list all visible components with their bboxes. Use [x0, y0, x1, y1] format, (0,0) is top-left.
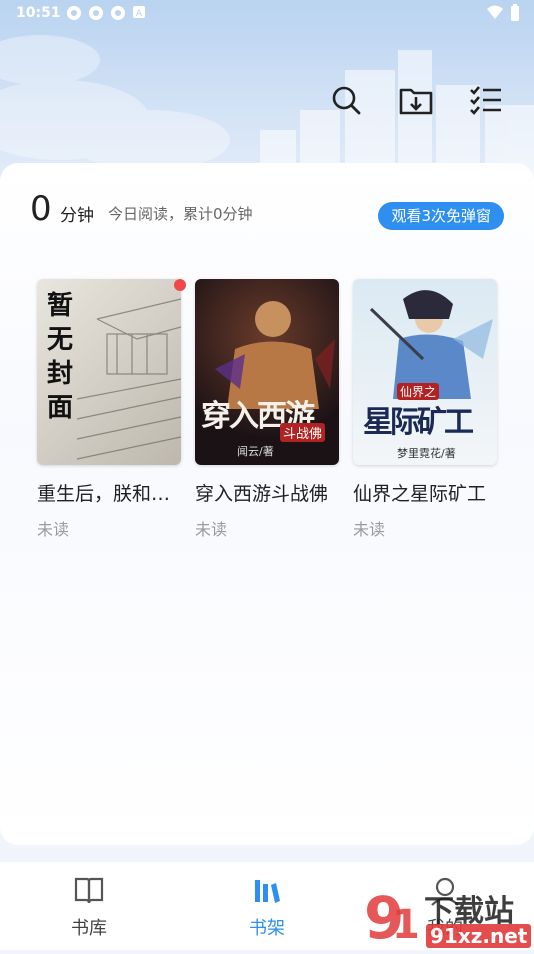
book-title: 仙界之星际矿工	[353, 483, 487, 505]
status-bar: 10:51 A	[0, 0, 534, 28]
battery-icon	[511, 4, 519, 21]
cover-subtitle: 仙界之	[397, 383, 440, 400]
app-notification-icon	[89, 6, 103, 20]
site-watermark: 9 1 下载站 91xz.net	[362, 880, 534, 952]
bookshelf-icon	[255, 880, 280, 903]
book-item[interactable]: 穿入西游 斗战佛 闻云/著 穿入西游斗战佛 未读	[195, 279, 339, 540]
watermark-domain: 91xz.net	[426, 924, 532, 948]
reading-stats-row: 0 分钟 今日阅读，累计0分钟 观看3次免弹窗	[30, 189, 504, 230]
header-toolbar	[328, 82, 504, 118]
book-read-status: 未读	[37, 520, 70, 539]
app-notification-icon	[67, 6, 81, 20]
cover-text-char: 暂	[47, 291, 74, 321]
wifi-icon	[487, 5, 503, 19]
reading-summary: 今日阅读，累计0分钟	[108, 205, 253, 223]
update-badge	[174, 279, 186, 291]
book-title: 重生后，朕和…	[37, 483, 171, 505]
cover-title-art: 星际矿工	[363, 405, 474, 440]
watch-ad-promo-button[interactable]: 观看3次免弹窗	[378, 202, 504, 230]
tab-label: 书库	[71, 918, 107, 939]
download-folder-icon	[399, 88, 433, 115]
book-read-status: 未读	[195, 520, 228, 539]
book-cover: 星际矿工 仙界之 梦里霓花/著	[353, 279, 497, 465]
tab-library[interactable]: 书库	[44, 876, 134, 940]
search-button[interactable]	[328, 82, 364, 118]
svg-text:A: A	[136, 9, 143, 19]
local-import-button[interactable]	[398, 82, 434, 118]
book-read-status: 未读	[353, 520, 386, 539]
svg-text:1: 1	[392, 902, 420, 948]
keyboard-a-icon: A	[133, 6, 145, 19]
bookshelf-card: 0 分钟 今日阅读，累计0分钟 观看3次免弹窗 暂 无 封 面 重生后，朕和…	[0, 163, 534, 845]
system-icons	[486, 4, 520, 22]
search-icon	[332, 86, 361, 115]
status-time: 10:51	[16, 5, 61, 21]
book-cover: 穿入西游 斗战佛 闻云/著	[195, 279, 339, 465]
book-item[interactable]: 星际矿工 仙界之 梦里霓花/著 仙界之星际矿工 未读	[353, 279, 497, 540]
today-minutes: 0	[30, 189, 52, 229]
cover-subtitle: 斗战佛	[279, 423, 325, 442]
cover-text-char: 无	[47, 325, 74, 355]
cover-text-char: 面	[47, 393, 74, 423]
book-title: 穿入西游斗战佛	[195, 483, 329, 505]
notification-icons: A	[66, 5, 146, 21]
tab-bookshelf[interactable]: 书架	[222, 876, 312, 940]
book-cover: 暂 无 封 面	[37, 279, 181, 465]
app-notification-icon	[111, 6, 125, 20]
minutes-unit: 分钟	[60, 206, 94, 226]
cover-author: 闻云/著	[237, 445, 274, 458]
cover-author: 梦里霓花/著	[397, 447, 456, 460]
book-item[interactable]: 暂 无 封 面 重生后，朕和… 未读	[37, 279, 181, 540]
tab-label: 书架	[249, 918, 285, 939]
manage-shelf-button[interactable]	[468, 82, 504, 118]
checklist-icon	[470, 86, 501, 115]
open-book-icon	[74, 877, 104, 904]
cover-text-char: 封	[47, 359, 74, 389]
